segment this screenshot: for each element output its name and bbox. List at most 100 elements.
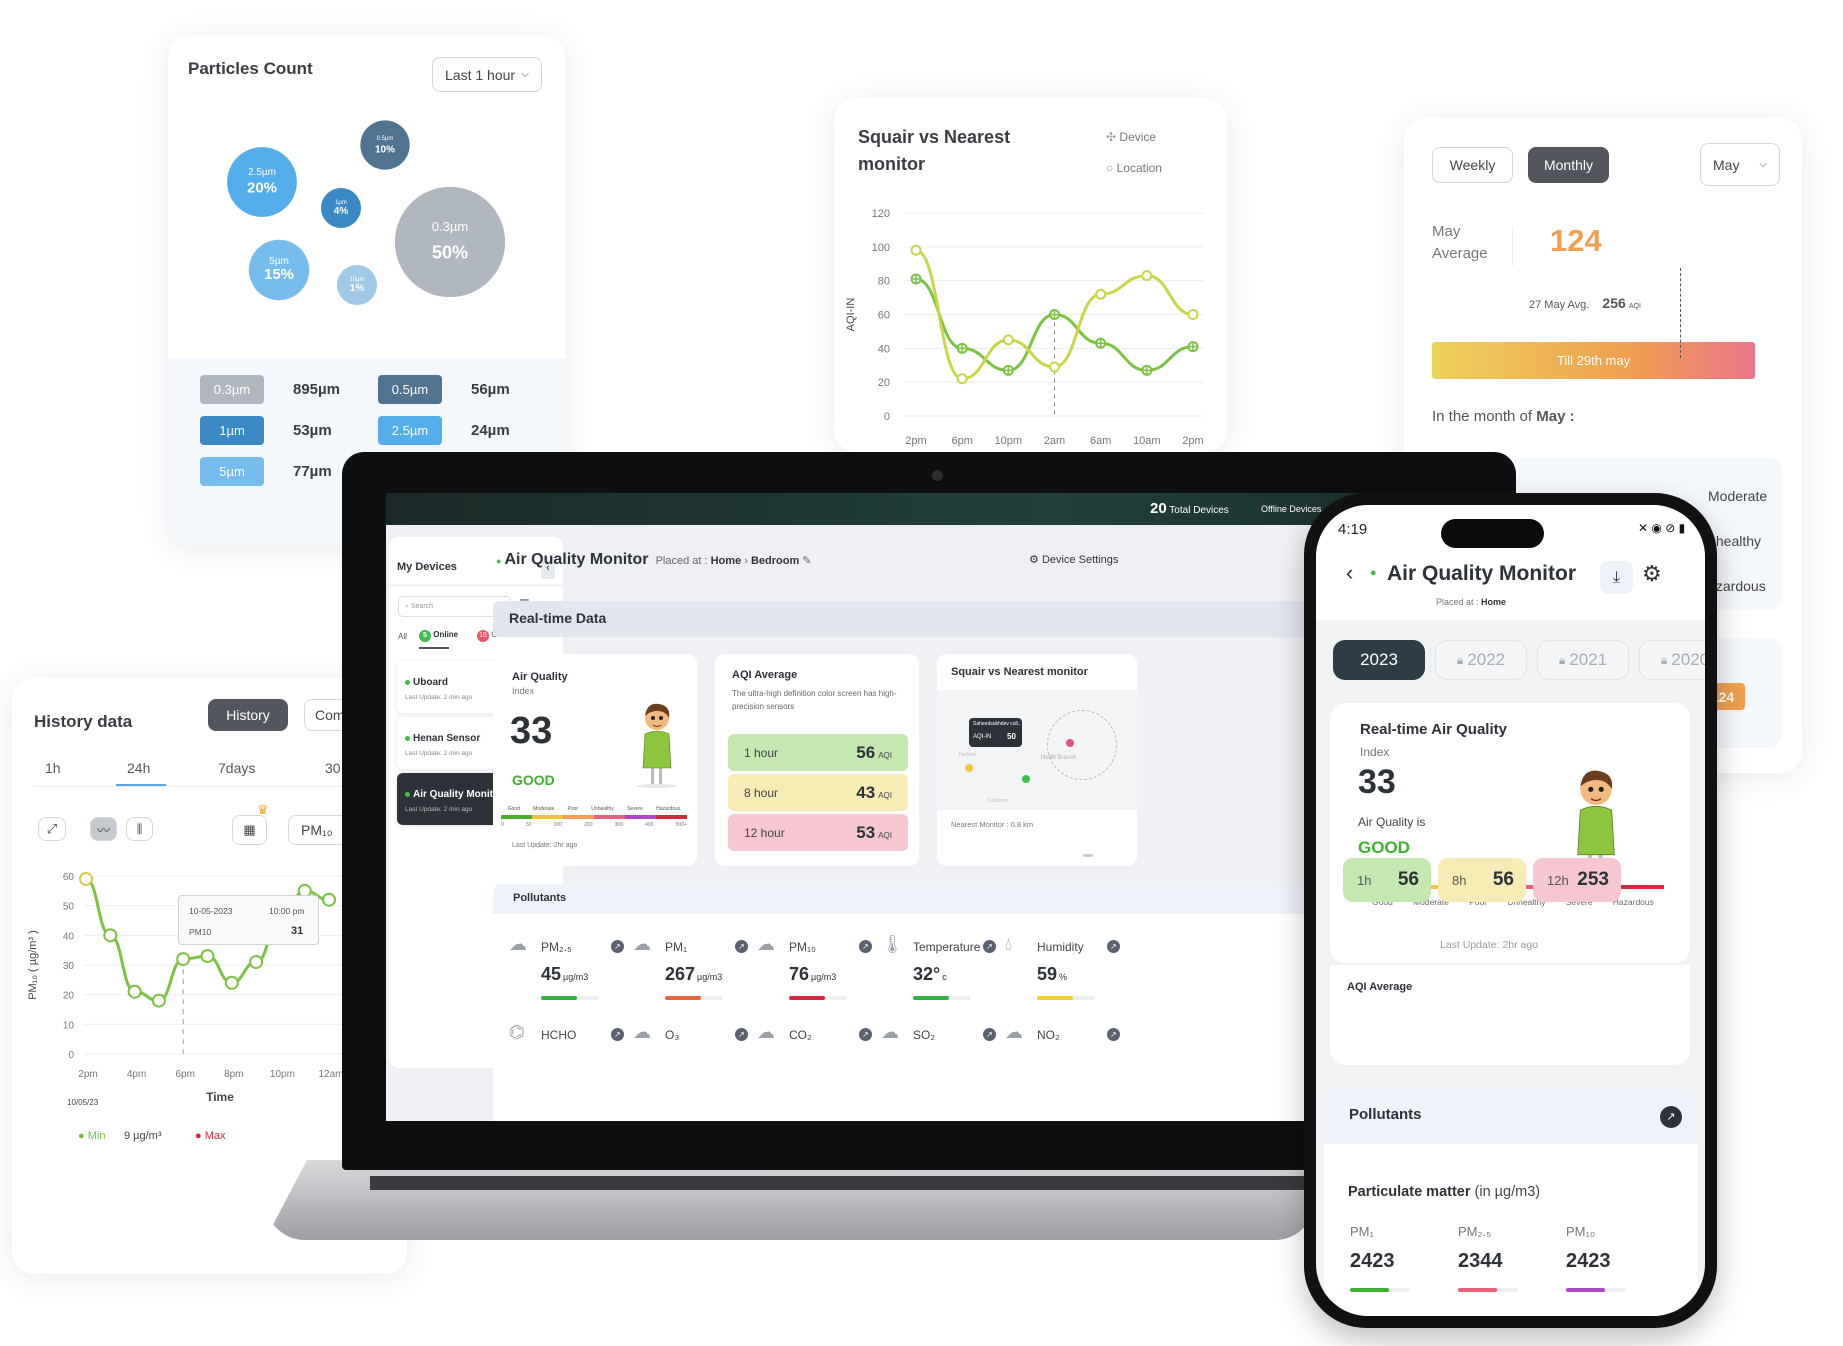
sidebar-header-divider xyxy=(389,584,563,587)
open-arrow-icon[interactable]: ↗ xyxy=(611,940,624,953)
pollutant-item[interactable]: 💧︎ Humidity ↗ 59% xyxy=(999,934,1139,1024)
bubble-label: 0.5µm xyxy=(377,136,394,142)
offline-count-badge: 15 xyxy=(477,630,489,642)
tab-7days[interactable]: 7days xyxy=(218,760,255,776)
open-arrow-icon[interactable]: ↗ xyxy=(983,1028,996,1041)
month-select[interactable]: May ⌵ xyxy=(1700,143,1780,186)
pollutant-name: PM₁₀ xyxy=(789,940,817,954)
bubble-value: 20% xyxy=(247,179,277,196)
cloud-icon: ☁ xyxy=(633,934,651,954)
open-arrow-icon[interactable]: ↗ xyxy=(1660,1106,1682,1128)
cloud-icon: ☁ xyxy=(757,934,775,954)
calendar-icon[interactable]: ▦ xyxy=(232,815,267,845)
back-arrow-icon[interactable]: ‹ xyxy=(1346,560,1353,586)
weekly-button[interactable]: Weekly xyxy=(1432,147,1513,183)
pollutant-item[interactable]: ⌬ HCHO ↗ xyxy=(503,1022,643,1052)
rt-is-label: Air Quality is xyxy=(1358,815,1426,829)
history-button[interactable]: History xyxy=(208,699,288,731)
pollutant-item[interactable]: 🌡︎ Temperature ↗ 32° c xyxy=(875,934,1015,1024)
squair-line-chart: 0 20 40 60 80 100 120 2pm 6pm 10pm 2am 6am 10am 2pm AQ… xyxy=(845,208,1204,447)
aqi-row-label: 8 hour xyxy=(744,785,779,800)
open-arrow-icon[interactable]: ↗ xyxy=(1107,940,1120,953)
breadcrumb-room[interactable]: Bedroom xyxy=(751,555,799,567)
pm-value: 2423 xyxy=(1350,1250,1395,1272)
open-arrow-icon[interactable]: ↗ xyxy=(1107,1028,1120,1041)
y-tick-label: 0 xyxy=(884,411,890,423)
bar-chart-icon[interactable]: ⫼ xyxy=(126,817,153,841)
pollutant-item[interactable]: ☁ SO₂ ↗ xyxy=(875,1022,1015,1052)
pollutant-item[interactable]: ☁ O₃ ↗ xyxy=(627,1022,767,1052)
open-arrow-icon[interactable]: ↗ xyxy=(983,940,996,953)
aq-subtitle: Index xyxy=(512,686,535,696)
map-marker-green[interactable] xyxy=(1022,775,1030,783)
open-arrow-icon[interactable]: ↗ xyxy=(735,940,748,953)
pollutant-level-bar xyxy=(665,996,723,1000)
open-arrow-icon[interactable]: ↗ xyxy=(611,1028,624,1041)
aqi-average-row: 1 hour 56 AQI xyxy=(728,734,908,771)
pm-label: PM₁₀ xyxy=(1566,1224,1596,1239)
day-average-label: 27 May Avg. xyxy=(1529,299,1590,311)
pollutant-item[interactable]: ☁ NO₂ ↗ xyxy=(999,1022,1139,1052)
carousel-dots[interactable] xyxy=(1083,854,1093,857)
phone-aqi-pill: 12h 253 xyxy=(1533,858,1621,902)
tab-24h[interactable]: 24h xyxy=(127,760,150,776)
x-tick-label: 2pm xyxy=(78,1069,97,1080)
year-tab[interactable]: 🔒︎ 2021 xyxy=(1537,640,1629,680)
pm-column: PM₁₀ 2423 xyxy=(1566,1224,1666,1314)
pollutant-item[interactable]: ☁ PM₁ ↗ 267 µg/m3 xyxy=(627,934,767,1024)
x-tick-label: 6am xyxy=(1090,435,1111,447)
x-tick-label: 2pm xyxy=(905,435,926,447)
realtime-aq-card: Real-time Air Quality Index 33 Air Quali… xyxy=(1330,703,1690,963)
download-report-icon[interactable]: ⤓ xyxy=(1600,561,1633,594)
map-marker-pink[interactable] xyxy=(1066,739,1074,747)
filter-online[interactable]: 5 Online xyxy=(419,630,458,642)
online-count-badge: 5 xyxy=(419,630,431,642)
line-chart-icon[interactable]: 〰 xyxy=(90,817,117,841)
gear-icon[interactable]: ⚙ xyxy=(1642,561,1662,587)
edit-pencil-icon[interactable]: ✎ xyxy=(802,555,811,567)
bubble-label: 2.5µm xyxy=(248,167,276,178)
pollutant-unit: % xyxy=(1059,972,1068,982)
year-tab[interactable]: 🔒︎ 2022 xyxy=(1435,640,1527,680)
legend-chip: 2.5µm xyxy=(378,416,442,445)
pollutant-name: Humidity xyxy=(1037,940,1084,954)
tab-30days[interactable]: 30 xyxy=(325,760,341,776)
cloud-icon: ☁ xyxy=(1005,1022,1023,1042)
aqi-row-unit: AQI xyxy=(878,830,892,840)
cloud-icon: ☁ xyxy=(881,1022,899,1042)
aqi-avg-title: AQI Average xyxy=(732,669,798,681)
pm-column: PM₁ 2423 xyxy=(1350,1224,1450,1314)
monthly-button[interactable]: Monthly xyxy=(1528,147,1609,183)
tab-1h[interactable]: 1h xyxy=(45,760,61,776)
expand-icon[interactable]: ⤢ xyxy=(38,817,66,841)
pollutant-item[interactable]: ☁ CO₂ ↗ xyxy=(751,1022,891,1052)
open-arrow-icon[interactable]: ↗ xyxy=(859,940,872,953)
year-tab[interactable]: 2023 xyxy=(1333,640,1425,680)
map-card: Squair vs Nearest monitor North Branch H… xyxy=(937,654,1137,866)
pollutant-name: Temperature xyxy=(913,940,981,954)
pollutant-unit: µg/m3 xyxy=(697,972,723,982)
divider xyxy=(1512,226,1513,266)
pollutant-item[interactable]: ☁ PM₂.₅ ↗ 45 µg/m3 xyxy=(503,934,643,1024)
month-select-value: May xyxy=(1713,156,1740,173)
placed-at: Placed at : Home xyxy=(1436,597,1506,607)
map-marker-yellow[interactable] xyxy=(965,764,973,772)
open-arrow-icon[interactable]: ↗ xyxy=(859,1028,872,1041)
open-arrow-icon[interactable]: ↗ xyxy=(735,1028,748,1041)
data-point xyxy=(1141,270,1153,282)
breadcrumb-home[interactable]: Home xyxy=(711,555,742,567)
avg-label: May Average xyxy=(1432,221,1488,265)
aqi-pill-value: 253 xyxy=(1577,869,1609,890)
device-settings-button[interactable]: ⚙ Device Settings xyxy=(1029,553,1118,566)
cloud-icon: ☁ xyxy=(757,1022,775,1042)
map[interactable]: North Branch Harkins Callicoon Saheedsuk… xyxy=(937,690,1137,810)
legend-moderate: Moderate xyxy=(1708,488,1768,504)
cloud-icon: ☁ xyxy=(633,1022,651,1042)
pollutant-level-bar xyxy=(789,996,847,1000)
pollutant-item[interactable]: ☁ PM₁₀ ↗ 76 µg/m3 xyxy=(751,934,891,1024)
filter-all[interactable]: All xyxy=(398,632,407,641)
year-tab[interactable]: 🔒︎ 2020 xyxy=(1639,640,1705,680)
cloud-icon: ☁ xyxy=(509,934,527,954)
scale-label: Unhealthy xyxy=(591,806,614,812)
bubble-value: 4% xyxy=(334,206,349,217)
